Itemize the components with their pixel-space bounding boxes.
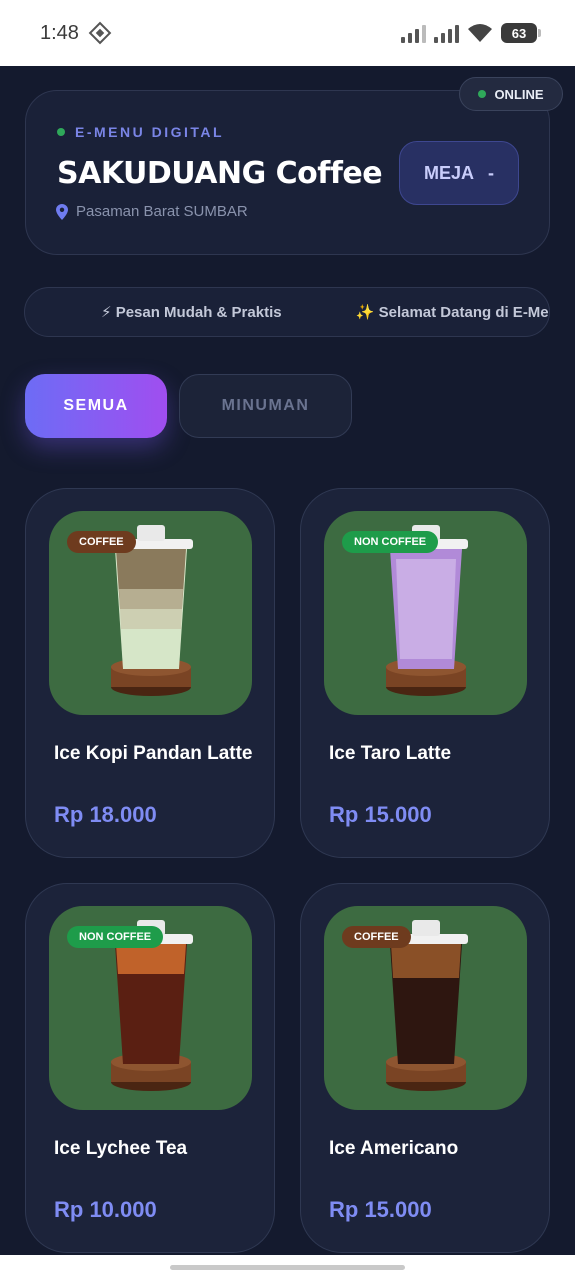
wifi-icon — [468, 24, 492, 42]
marquee-item: ✨ Selamat Datang di E-Menu — [355, 304, 550, 321]
product-price: Rp 10.000 — [54, 1197, 157, 1222]
table-label: MEJA — [423, 162, 474, 183]
product-image: NON COFFEE — [49, 906, 252, 1110]
cell-signal-2-icon — [434, 23, 459, 43]
status-bar: 1:48 63 — [0, 0, 575, 66]
green-dot-icon — [57, 128, 65, 136]
product-card[interactable]: COFFEE Ice Americano Rp 15.000 — [300, 883, 550, 1253]
product-card[interactable]: NON COFFEE Ice Taro Latte Rp 15.000 — [300, 488, 550, 858]
product-name: Ice Taro Latte — [329, 743, 452, 764]
product-price: Rp 18.000 — [54, 802, 157, 827]
product-image: COFFEE — [49, 511, 252, 715]
product-price: Rp 15.000 — [329, 1197, 432, 1222]
app-notification-icon — [88, 21, 112, 45]
status-time: 1:48 — [40, 22, 79, 44]
product-price: Rp 15.000 — [329, 802, 432, 827]
tab-minuman[interactable]: MINUMAN — [179, 374, 352, 438]
table-value: - — [488, 162, 494, 183]
category-badge: NON COFFEE — [342, 531, 439, 553]
marquee-item: ⚡ Pesan Mudah & Praktis — [101, 304, 282, 321]
green-dot-icon — [478, 90, 487, 98]
category-badge: COFFEE — [342, 926, 411, 948]
online-label: ONLINE — [494, 86, 544, 102]
cell-signal-icon — [401, 23, 426, 43]
emenu-subtitle-text: E-MENU DIGITAL — [75, 124, 225, 140]
category-badge: COFFEE — [67, 531, 136, 553]
product-card[interactable]: NON COFFEE Ice Lychee Tea Rp 10.000 — [25, 883, 275, 1253]
online-status-badge: ONLINE — [459, 77, 563, 111]
battery-icon: 63 — [501, 23, 541, 43]
home-indicator[interactable] — [170, 1265, 405, 1270]
product-image: COFFEE — [324, 906, 527, 1110]
store-location: Pasaman Barat SUMBAR — [56, 203, 248, 220]
location-pin-icon — [56, 203, 68, 220]
product-image: NON COFFEE — [324, 511, 527, 715]
tab-semua[interactable]: SEMUA — [25, 374, 167, 438]
product-name: Ice Lychee Tea — [54, 1138, 188, 1159]
product-name: Ice Americano — [329, 1138, 459, 1159]
location-text: Pasaman Barat SUMBAR — [76, 203, 248, 220]
store-name: SAKUDUANG Coffee — [57, 156, 383, 191]
product-card[interactable]: COFFEE Ice Kopi Pandan Latte Rp 18.000 — [25, 488, 275, 858]
product-name: Ice Kopi Pandan Latte — [54, 743, 253, 764]
category-badge: NON COFFEE — [67, 926, 164, 948]
announcement-marquee: ⚡ Pesan Mudah & Praktis ✨ Selamat Datang… — [24, 287, 550, 337]
table-number-button[interactable]: MEJA - — [399, 141, 519, 205]
emenu-subtitle: E-MENU DIGITAL — [57, 124, 224, 140]
